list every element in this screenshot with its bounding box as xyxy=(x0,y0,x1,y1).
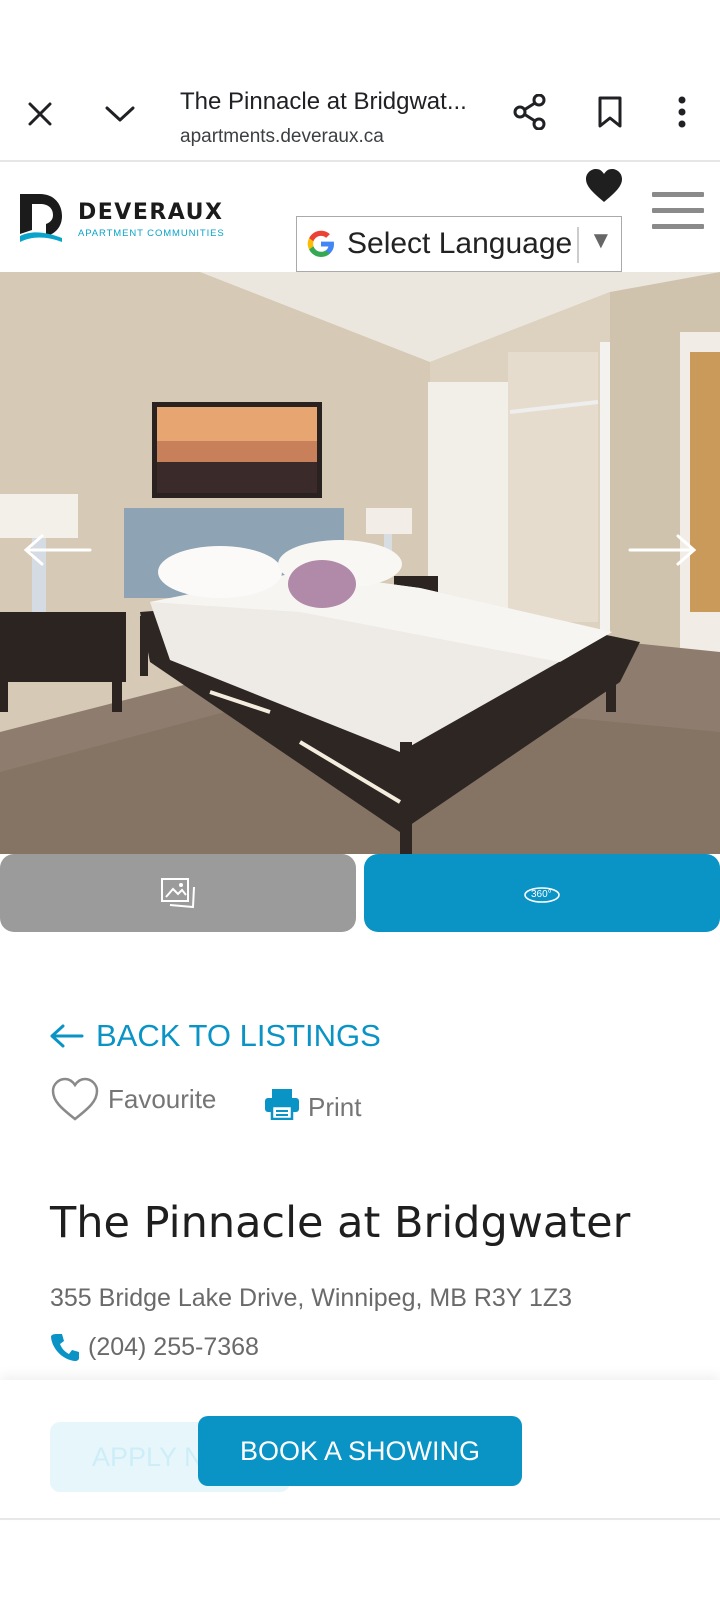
arrow-left-icon xyxy=(50,1024,84,1048)
browser-toolbar: The Pinnacle at Bridgwat... apartments.d… xyxy=(0,70,720,162)
select-divider xyxy=(577,227,579,263)
menu-hamburger-icon[interactable] xyxy=(652,192,704,234)
language-select[interactable]: Select Language ▼ xyxy=(296,216,622,272)
more-options-icon[interactable] xyxy=(654,84,710,140)
logo-subtext: APARTMENT COMMUNITIES xyxy=(78,228,225,239)
back-to-listings-label: BACK TO LISTINGS xyxy=(96,1018,381,1053)
favourite-label: Favourite xyxy=(108,1083,217,1114)
url-text[interactable]: apartments.deveraux.ca xyxy=(180,126,384,148)
share-icon[interactable] xyxy=(502,84,558,140)
back-to-listings-link[interactable]: BACK TO LISTINGS xyxy=(50,1018,381,1054)
dropdown-arrow-icon: ▼ xyxy=(589,227,613,254)
language-select-label: Select Language xyxy=(347,227,573,260)
book-a-showing-button[interactable]: BOOK A SHOWING xyxy=(198,1416,522,1486)
gallery-button[interactable] xyxy=(0,854,356,932)
favourite-button[interactable]: Favourite xyxy=(50,1076,216,1122)
logo-text[interactable]: DEVERAUX xyxy=(78,200,223,225)
close-icon[interactable] xyxy=(12,86,68,142)
bedroom-photo xyxy=(0,272,720,854)
property-title: The Pinnacle at Bridgwater xyxy=(50,1198,631,1248)
sticky-action-bar: APPLY NOW BOOK A SHOWING xyxy=(0,1380,720,1520)
site-header: DEVERAUX APARTMENT COMMUNITIES Select La… xyxy=(0,164,720,272)
page-title-tab[interactable]: The Pinnacle at Bridgwat... xyxy=(180,88,480,116)
print-label: Print xyxy=(308,1092,362,1122)
next-photo-arrow-icon[interactable] xyxy=(626,530,698,570)
phone-icon xyxy=(51,1334,79,1361)
property-address[interactable]: 355 Bridge Lake Drive, Winnipeg, MB R3Y … xyxy=(50,1284,572,1313)
phone-number: (204) 255-7368 xyxy=(88,1332,259,1361)
360-icon-text: 360° xyxy=(531,889,552,900)
phone-link[interactable]: (204) 255-7368 xyxy=(50,1332,259,1362)
previous-photo-arrow-icon[interactable] xyxy=(22,530,94,570)
print-button[interactable]: Print xyxy=(264,1084,361,1123)
media-toggle-row: 360° xyxy=(0,854,720,934)
google-icon xyxy=(307,230,334,257)
heart-outline-icon xyxy=(51,1077,99,1121)
printer-icon xyxy=(265,1088,299,1120)
page: The Pinnacle at Bridgwat... apartments.d… xyxy=(0,0,720,1600)
listing-photo[interactable] xyxy=(0,272,720,854)
gallery-icon xyxy=(161,878,195,909)
favourites-heart-icon[interactable] xyxy=(584,168,628,208)
chevron-down-icon[interactable] xyxy=(92,86,148,142)
deveraux-logo-icon[interactable] xyxy=(18,192,64,242)
360-icon: 360° xyxy=(524,887,560,903)
bookmark-icon[interactable] xyxy=(582,84,638,140)
virtual-tour-button[interactable]: 360° xyxy=(364,854,720,932)
